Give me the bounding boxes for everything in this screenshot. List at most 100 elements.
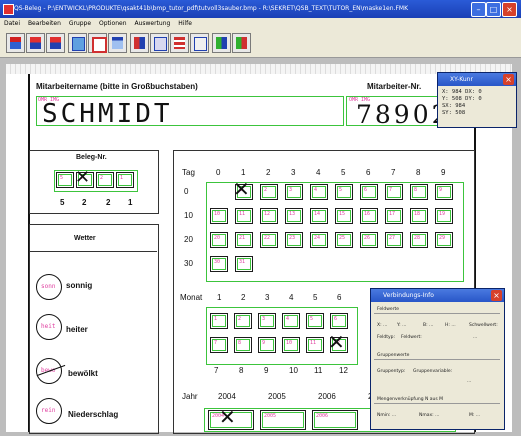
monat-footer-digit: 11 [314, 366, 323, 375]
info-nmax: Nmax: ... [419, 413, 440, 418]
checkbox-cell[interactable]: 10 [210, 208, 228, 224]
beleg-digit: 1 [128, 198, 133, 207]
checkbox-cell[interactable]: 2 [260, 184, 278, 200]
toolbar-button-7[interactable] [130, 33, 149, 53]
weather-option-heiter[interactable]: heit [36, 314, 62, 340]
menu-hilfe[interactable]: Hilfe [178, 20, 192, 27]
cell-number: 24 [314, 235, 321, 241]
year-checkbox[interactable]: 2005 [260, 410, 306, 430]
monat-header-digit: 3 [265, 293, 270, 302]
tag-header-digit: 8 [416, 168, 421, 177]
cross-mark-icon: ✕ [75, 167, 91, 188]
checkbox-cell[interactable]: 3 [285, 184, 303, 200]
menu-optionen[interactable]: Optionen [99, 20, 127, 27]
cell-number: 27 [389, 235, 396, 241]
checkbox-cell[interactable]: 25 [335, 232, 353, 248]
year-checkbox[interactable]: 2004 ✕ [208, 407, 254, 430]
checkbox-cell[interactable]: 8 [410, 184, 428, 200]
checkbox-cell[interactable]: 7 [385, 184, 403, 200]
checkbox-cell[interactable]: 29 [435, 232, 453, 248]
checkbox-cell[interactable]: 19 [435, 208, 453, 224]
checkbox-cell[interactable]: 9 [435, 184, 453, 200]
info-close-button[interactable]: × [491, 290, 502, 301]
menu-auswertung[interactable]: Auswertung [134, 20, 170, 27]
toolbar-button-12[interactable] [232, 33, 251, 53]
checkbox-cell[interactable]: 3 [258, 313, 276, 329]
checkbox-cell[interactable]: 5 [335, 184, 353, 200]
checkbox-cell[interactable]: 12 [260, 208, 278, 224]
checkbox-cell[interactable]: 27 [385, 232, 403, 248]
checkbox-cell[interactable]: 17 [385, 208, 403, 224]
maximize-button[interactable]: □ [486, 2, 501, 17]
tag-row-label: 10 [184, 211, 193, 220]
checkbox-cell[interactable]: 18 [410, 208, 428, 224]
checkbox-cell[interactable]: 13 [285, 208, 303, 224]
menu-datei[interactable]: Datei [4, 20, 20, 27]
toolbar-button-8[interactable] [150, 33, 169, 53]
toolbar-button-10[interactable] [190, 33, 209, 53]
cell-number: 14 [314, 211, 321, 217]
checkbox-cell[interactable]: 5 [306, 313, 324, 329]
year-number: 2006 [316, 413, 329, 419]
info-gruppenvariable-value: ... [467, 379, 472, 384]
cell-number: 31 [239, 259, 246, 265]
checkbox-cell[interactable]: 11 [306, 337, 324, 353]
checkbox-cell[interactable]: 1 ✕ [233, 179, 253, 200]
checkbox-cell[interactable]: 30 [210, 256, 228, 272]
menu-gruppe[interactable]: Gruppe [69, 20, 91, 27]
checkbox-cell[interactable]: 31 [235, 256, 253, 272]
toolbar-button-3[interactable] [46, 33, 65, 53]
weather-option-sonnig[interactable]: sonn [36, 274, 62, 300]
year-checkbox[interactable]: 2006 [312, 410, 358, 430]
beleg-cell[interactable]: 2 [96, 172, 114, 188]
checkbox-cell[interactable]: 16 [360, 208, 378, 224]
toolbar-button-11[interactable] [212, 33, 231, 53]
checkbox-cell[interactable]: 14 [310, 208, 328, 224]
checkbox-cell[interactable]: 11 [235, 208, 253, 224]
info-window[interactable]: Verbindungs-Info × Feldwerte X: ... Y: .… [370, 288, 505, 430]
checkbox-cell[interactable]: 4 [310, 184, 328, 200]
evaluate-icon [236, 37, 247, 49]
toolbar-button-1[interactable] [6, 33, 25, 53]
beleg-cell[interactable]: 5 [56, 172, 74, 188]
minimize-button[interactable]: – [471, 2, 486, 17]
checkbox-cell[interactable]: 20 [210, 232, 228, 248]
checkbox-cell[interactable]: 9 [258, 337, 276, 353]
checkbox-cell[interactable]: 8 [234, 337, 252, 353]
toolbar-button-5[interactable] [88, 33, 107, 53]
checkbox-cell[interactable]: 6 [360, 184, 378, 200]
xy-close-button[interactable]: × [503, 74, 514, 85]
cell-number: 29 [439, 235, 446, 241]
checkbox-cell[interactable]: 1 [210, 313, 228, 329]
close-button[interactable]: × [502, 2, 517, 17]
toolbar-button-4[interactable] [68, 33, 87, 53]
cell-number: 3 [289, 187, 293, 193]
jahr-header-value: 2006 [318, 392, 336, 401]
toolbar-button-2[interactable] [26, 33, 45, 53]
checkbox-cell[interactable]: 6 [330, 313, 348, 329]
checkbox-cell[interactable]: 22 [260, 232, 278, 248]
toolbar-button-9[interactable] [170, 33, 189, 53]
checkbox-cell[interactable]: 7 [210, 337, 228, 353]
cell-number: 7 [389, 187, 393, 193]
checkbox-cell[interactable]: 4 [282, 313, 300, 329]
cell-number: 28 [414, 235, 421, 241]
beleg-cell[interactable]: 2 ✕ [75, 167, 94, 188]
checkbox-cell[interactable]: 24 [310, 232, 328, 248]
checkbox-cell[interactable]: 23 [285, 232, 303, 248]
checkbox-cell[interactable]: 21 [235, 232, 253, 248]
checkbox-cell[interactable]: 28 [410, 232, 428, 248]
tag-header-digit: 2 [266, 168, 271, 177]
beleg-cell[interactable]: 1 [116, 172, 134, 188]
menu-bearbeiten[interactable]: Bearbeiten [28, 20, 61, 27]
beleg-digit: 2 [82, 198, 87, 207]
weather-option-niederschlag[interactable]: rein [36, 398, 62, 424]
checkbox-cell[interactable]: 26 [360, 232, 378, 248]
xy-window[interactable]: XY-Kunr × X: 984 DX: 0 Y: 508 DY: 0 SX: … [437, 72, 517, 128]
toolbar-button-6[interactable] [108, 33, 127, 53]
checkbox-cell[interactable]: 12 ✕ [328, 332, 348, 353]
checkbox-cell[interactable]: 2 [234, 313, 252, 329]
checkbox-cell[interactable]: 10 [282, 337, 300, 353]
info-m: M: ... [469, 413, 481, 418]
checkbox-cell[interactable]: 15 [335, 208, 353, 224]
